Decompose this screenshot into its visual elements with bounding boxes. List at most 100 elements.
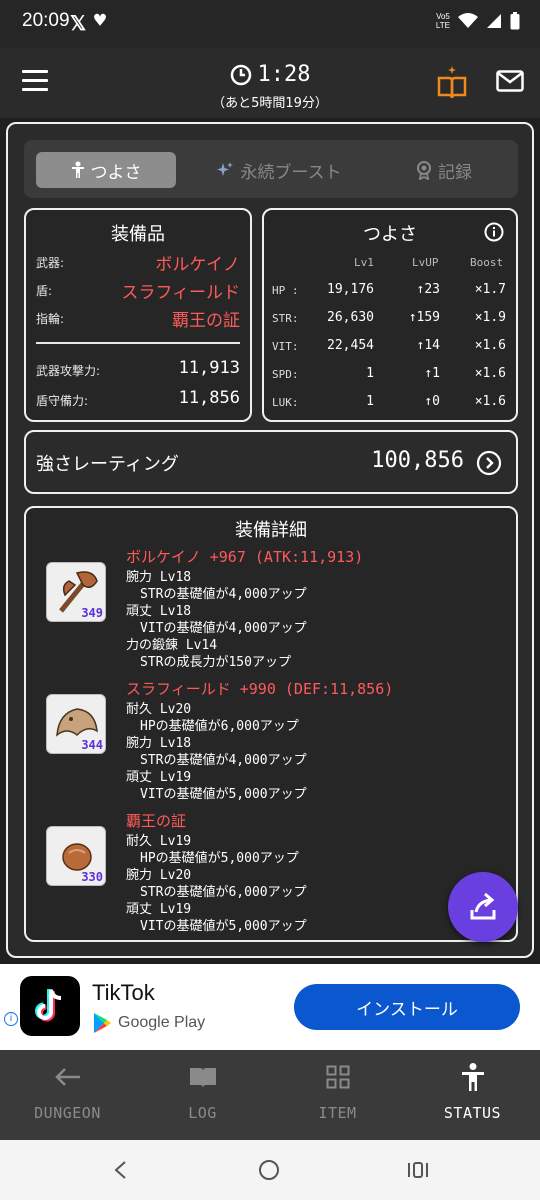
home-icon[interactable] (258, 1159, 280, 1181)
stat-str-label: STR: (272, 312, 299, 325)
bottom-nav: DUNGEON LOG ITEM STATUS (0, 1050, 540, 1140)
tab-records[interactable]: 記録 (384, 152, 504, 188)
ad-app-name: TikTok (92, 980, 155, 1005)
ring-value: 覇王の証 (172, 311, 240, 331)
info-icon[interactable] (484, 222, 504, 242)
share-button[interactable] (448, 872, 518, 942)
clock: 20:09 (22, 10, 70, 31)
status-bar: 20:09 𝕏 ♥ Vo5 LTE (0, 0, 540, 48)
equipment-divider (36, 342, 240, 344)
sparkle-icon (217, 162, 234, 176)
weapon-attack-label: 武器攻撃力: (36, 364, 101, 378)
item-2-name: スラフィールド +990 (DEF:11,856) (126, 680, 394, 698)
weapon-label: 武器: (36, 256, 65, 270)
rating-label: 強さレーティング (36, 454, 179, 475)
stat-luk-label: LUK: (272, 396, 299, 409)
stat-str-lv1: 26,630 (327, 310, 374, 325)
tiktok-logo[interactable] (20, 976, 80, 1036)
chevron-right-circle-icon[interactable] (476, 450, 502, 476)
stat-luk-lv1: 1 (366, 394, 374, 409)
nav-dungeon[interactable]: DUNGEON (0, 1062, 135, 1122)
tab-permanent-boost[interactable]: 永続ブースト (204, 152, 354, 188)
equipment-detail-title: 装備詳細 (235, 520, 307, 541)
open-book-icon[interactable] (436, 64, 468, 100)
shield-defense-value: 11,856 (178, 388, 240, 408)
book-icon (189, 1068, 216, 1088)
emperor-proof-icon[interactable]: 330 (46, 826, 106, 886)
ad-store-label: Google Play (118, 1014, 206, 1031)
nav-item[interactable]: ITEM (270, 1062, 405, 1122)
stat-luk-boost: ×1.6 (474, 394, 506, 409)
stat-vit-lv1: 22,454 (327, 338, 374, 353)
tab-strength[interactable]: つよさ (36, 152, 176, 188)
shield-defense-label: 盾守備力: (36, 394, 89, 408)
stat-spd-boost: ×1.6 (474, 366, 506, 381)
stats-header-lvup: LvUP (412, 256, 439, 269)
equipment-row-shield: 盾: スラフィールド (36, 278, 240, 303)
stat-spd-lv1: 1 (366, 366, 374, 381)
mail-icon[interactable] (496, 70, 524, 92)
tab-bar: つよさ 永続ブースト 記録 (24, 140, 518, 198)
weapon-value: ボルケイノ (155, 255, 240, 275)
arrow-left-icon (54, 1068, 80, 1086)
nav-log-label: LOG (188, 1104, 217, 1122)
nav-dungeon-label: DUNGEON (34, 1104, 101, 1122)
grid-icon (326, 1065, 349, 1089)
strength-rating-row[interactable]: 強さレーティング 100,856 (24, 430, 518, 494)
person-icon (71, 161, 84, 178)
clock-icon (230, 64, 251, 85)
ring-label: 指輪: (36, 312, 65, 326)
equipment-detail-box: 装備詳細 349 ボルケイノ +967 (ATK:11,913) 腕力 Lv18… (24, 506, 518, 942)
stat-hp-label: HP : (272, 284, 299, 297)
tab-strength-label: つよさ (90, 162, 142, 183)
volcano-axe-icon[interactable]: 349 (46, 562, 106, 622)
ad-info-icon[interactable]: i (4, 1012, 18, 1026)
stat-spd-lvup: ↑1 (424, 366, 440, 381)
stat-vit-lvup: ↑14 (416, 338, 440, 353)
equipment-box: 装備品 武器: ボルケイノ 盾: スラフィールド 指輪: 覇王の証 武器攻撃力:… (24, 208, 252, 422)
stat-hp-lv1: 19,176 (327, 282, 374, 297)
ad-store: Google Play (92, 1012, 205, 1034)
stat-spd-label: SPD: (272, 368, 299, 381)
system-nav-bar (0, 1140, 540, 1200)
tab-records-label: 記録 (438, 162, 472, 183)
stats-title: つよさ (363, 224, 417, 245)
tab-permanent-boost-label: 永続ブースト (240, 162, 342, 183)
stat-str-boost: ×1.9 (474, 310, 506, 325)
item-3-skill-3-desc: VITの基礎値が5,000アップ (140, 919, 307, 934)
nav-status-label: STATUS (443, 1104, 502, 1122)
ad-install-button[interactable]: インストール (294, 984, 520, 1030)
slime-shield-icon[interactable]: 344 (46, 694, 106, 754)
equipment-row-weapon: 武器: ボルケイノ (36, 250, 240, 275)
item-2-skill-3-desc: VITの基礎値が5,000アップ (140, 787, 307, 802)
recents-icon[interactable] (406, 1160, 430, 1180)
shield-defense-row: 盾守備力: 11,856 (36, 388, 240, 412)
weapon-attack-row: 武器攻撃力: 11,913 (36, 358, 240, 382)
item-3-name: 覇王の証 (126, 812, 187, 830)
timer-value: 1:28 (257, 62, 311, 87)
nav-item-label: ITEM (318, 1104, 357, 1122)
x-app-icon: 𝕏 (70, 13, 87, 35)
share-icon (470, 892, 496, 920)
equipment-row-ring: 指輪: 覇王の証 (36, 306, 240, 331)
nav-status[interactable]: STATUS (405, 1062, 540, 1122)
stat-hp-boost: ×1.7 (474, 282, 506, 297)
wifi-icon (458, 13, 478, 28)
stats-header-boost: Boost (470, 256, 504, 269)
stat-luk-lvup: ↑0 (424, 394, 440, 409)
item-2-level: 344 (81, 738, 103, 752)
rating-value: 100,856 (371, 448, 464, 473)
back-icon[interactable] (112, 1160, 128, 1180)
status-icons: Vo5 LTE (436, 12, 520, 30)
signal-icon (487, 14, 501, 28)
medal-icon (417, 161, 431, 180)
person-icon (461, 1063, 484, 1091)
nav-log[interactable]: LOG (135, 1062, 270, 1122)
item-1-skill-3-desc: STRの成長力が150アップ (140, 655, 291, 670)
app-header: 1:28 （あと5時間19分） (0, 48, 540, 118)
google-play-icon (94, 1013, 111, 1033)
item-1-level: 349 (81, 606, 103, 620)
item-3-level: 330 (81, 870, 103, 884)
ad-banner[interactable]: i TikTok Google Play インストール (0, 964, 540, 1050)
equipment-title: 装備品 (111, 224, 165, 245)
